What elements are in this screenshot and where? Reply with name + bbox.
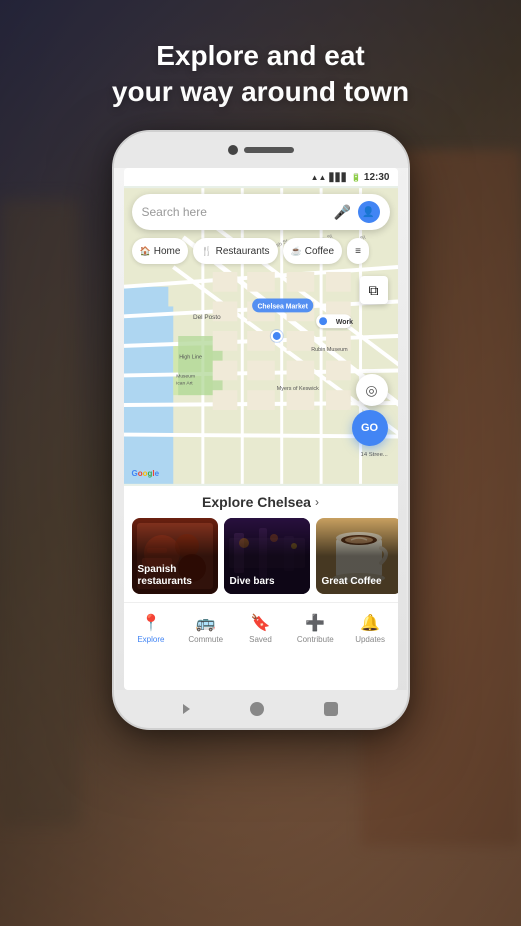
battery-icon: 🔋 bbox=[351, 173, 361, 182]
o3: e bbox=[155, 469, 159, 478]
coffee-chip-icon: ☕ bbox=[291, 246, 302, 257]
bottom-nav: 📍 Explore 🚌 Commute 🔖 Saved ➕ Contribute… bbox=[124, 602, 398, 654]
svg-text:Rubin Museum: Rubin Museum bbox=[311, 347, 348, 353]
chip-restaurants-label: Restaurants bbox=[216, 246, 270, 257]
signal-icon: ▋▋▋ bbox=[329, 173, 347, 182]
explore-nav-icon: 📍 bbox=[141, 613, 161, 633]
hero-line1: Explore and eat bbox=[156, 40, 365, 71]
chip-coffee-label: Coffee bbox=[305, 246, 334, 257]
svg-text:ican Art: ican Art bbox=[176, 380, 193, 386]
explore-section: Explore Chelsea › bbox=[124, 486, 398, 602]
location-icon: ◎ bbox=[365, 382, 377, 399]
phone-top-bar bbox=[114, 132, 408, 168]
time-display: 12:30 bbox=[364, 172, 390, 183]
category-cards: Spanish restaurants bbox=[124, 518, 398, 594]
svg-text:Work: Work bbox=[335, 319, 352, 326]
explore-nav-label: Explore bbox=[137, 635, 164, 644]
phone-shell: ▲▲ ▋▋▋ 🔋 12:30 bbox=[112, 130, 410, 730]
phone-device: ▲▲ ▋▋▋ 🔋 12:30 bbox=[112, 130, 410, 730]
user-avatar[interactable]: 👤 bbox=[358, 201, 380, 223]
explore-chevron-icon[interactable]: › bbox=[315, 495, 319, 509]
phone-speaker bbox=[244, 147, 294, 153]
chip-restaurants[interactable]: 🍴 Restaurants bbox=[193, 238, 277, 264]
nav-item-contribute[interactable]: ➕ Contribute bbox=[288, 613, 343, 644]
nav-item-commute[interactable]: 🚌 Commute bbox=[178, 613, 233, 644]
chip-home-label: Home bbox=[154, 246, 181, 257]
map-area[interactable]: Chelsea Market Del Posto Work Rubin Muse… bbox=[124, 186, 398, 486]
svg-text:High Line: High Line bbox=[179, 355, 202, 361]
microphone-icon[interactable]: 🎤 bbox=[334, 203, 352, 221]
nav-item-updates[interactable]: 🔔 Updates bbox=[343, 613, 398, 644]
svg-text:14 Stree...: 14 Stree... bbox=[360, 452, 388, 458]
card-coffee[interactable]: Great Coffee bbox=[316, 518, 398, 594]
home-chip-icon: 🏠 bbox=[140, 246, 151, 257]
card-spanish-restaurants[interactable]: Spanish restaurants bbox=[132, 518, 218, 594]
contribute-nav-icon: ➕ bbox=[305, 613, 325, 633]
my-location-button[interactable]: ◎ bbox=[356, 374, 388, 406]
search-bar[interactable]: Search here 🎤 👤 bbox=[132, 194, 390, 230]
contribute-nav-label: Contribute bbox=[297, 635, 334, 644]
layers-icon: ⧉ bbox=[369, 282, 379, 299]
card-label-dive: Dive bars bbox=[230, 576, 304, 588]
status-bar: ▲▲ ▋▋▋ 🔋 12:30 bbox=[124, 168, 398, 186]
chip-more[interactable]: ≡ bbox=[347, 238, 369, 264]
chip-home[interactable]: 🏠 Home bbox=[132, 238, 189, 264]
home-button[interactable] bbox=[250, 702, 264, 716]
card-label-coffee: Great Coffee bbox=[322, 576, 396, 588]
phone-bottom-bar bbox=[114, 690, 408, 728]
status-icons: ▲▲ ▋▋▋ 🔋 12:30 bbox=[311, 172, 390, 183]
phone-camera bbox=[228, 145, 238, 155]
commute-nav-icon: 🚌 bbox=[196, 613, 216, 633]
updates-nav-icon: 🔔 bbox=[360, 613, 380, 633]
hero-text: Explore and eat your way around town bbox=[0, 38, 521, 111]
card-label-spanish: Spanish restaurants bbox=[138, 564, 212, 588]
restaurants-chip-icon: 🍴 bbox=[201, 246, 212, 257]
svg-text:Chelsea Market: Chelsea Market bbox=[257, 303, 308, 310]
wifi-icon: ▲▲ bbox=[311, 173, 327, 182]
nav-item-explore[interactable]: 📍 Explore bbox=[124, 613, 179, 644]
google-logo: Google bbox=[132, 469, 160, 478]
svg-text:Del Posto: Del Posto bbox=[192, 314, 220, 321]
go-button[interactable]: GO bbox=[352, 410, 388, 446]
map-layers-button[interactable]: ⧉ bbox=[360, 276, 388, 304]
saved-nav-label: Saved bbox=[249, 635, 272, 644]
explore-header: Explore Chelsea › bbox=[124, 494, 398, 510]
phone-screen: ▲▲ ▋▋▋ 🔋 12:30 bbox=[124, 168, 398, 690]
back-button[interactable] bbox=[183, 704, 190, 714]
recents-button[interactable] bbox=[324, 702, 338, 716]
svg-text:Myers of Keswick: Myers of Keswick bbox=[276, 386, 318, 392]
hero-line2: your way around town bbox=[112, 76, 409, 107]
search-placeholder: Search here bbox=[142, 205, 334, 219]
card-dive-bars[interactable]: Dive bars bbox=[224, 518, 310, 594]
saved-nav-icon: 🔖 bbox=[251, 613, 271, 633]
filter-chips: 🏠 Home 🍴 Restaurants ☕ Coffee ≡ bbox=[132, 238, 390, 264]
go-label: GO bbox=[361, 422, 378, 434]
nav-item-saved[interactable]: 🔖 Saved bbox=[233, 613, 288, 644]
explore-title: Explore Chelsea bbox=[202, 494, 311, 510]
chip-more-icon: ≡ bbox=[355, 246, 361, 257]
svg-text:Museum: Museum bbox=[176, 373, 195, 379]
chip-coffee[interactable]: ☕ Coffee bbox=[283, 238, 343, 264]
commute-nav-label: Commute bbox=[188, 635, 223, 644]
updates-nav-label: Updates bbox=[355, 635, 385, 644]
